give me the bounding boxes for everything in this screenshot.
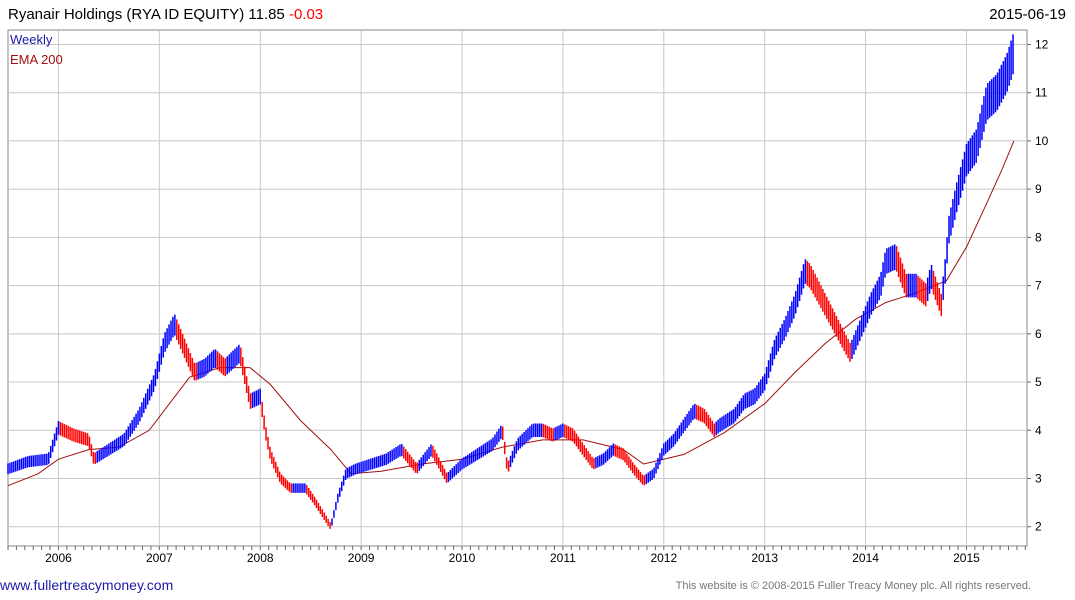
x-tick-label: 2009 <box>348 551 375 565</box>
x-tick-label: 2011 <box>550 551 576 565</box>
y-tick-label: 4 <box>1035 423 1042 437</box>
y-tick-label: 5 <box>1035 375 1042 389</box>
website-link[interactable]: www.fullertreacymoney.com <box>0 577 173 593</box>
y-tick-label: 7 <box>1035 279 1042 293</box>
x-tick-label: 2007 <box>146 551 173 565</box>
grid-layer <box>7 29 1028 547</box>
x-tick-label: 2012 <box>650 551 677 565</box>
y-tick-label: 3 <box>1035 471 1042 485</box>
y-tick-label: 10 <box>1035 134 1049 148</box>
y-tick-label: 11 <box>1035 86 1048 100</box>
chart-root: Ryanair Holdings (RYA ID EQUITY) 11.85 -… <box>0 0 1075 600</box>
x-tick-label: 2014 <box>852 551 879 565</box>
y-tick-label: 2 <box>1035 520 1042 534</box>
y-tick-label: 6 <box>1035 327 1042 341</box>
legend-ema: EMA 200 <box>10 52 63 67</box>
x-tick-label: 2006 <box>45 551 72 565</box>
y-tick-label: 9 <box>1035 182 1042 196</box>
legend-weekly: Weekly <box>10 32 53 47</box>
price-chart: 2 3 4 5 6 7 8 9 10 11 12 2006 2007 2008 2009 2010 2011 20… <box>7 29 1049 565</box>
plot-frame <box>7 29 1028 547</box>
x-tick-label: 2013 <box>751 551 778 565</box>
x-tick-label: 2010 <box>449 551 476 565</box>
copyright-text: This website is © 2008-2015 Fuller Treac… <box>675 580 1031 592</box>
x-tick-label: 2008 <box>247 551 274 565</box>
y-tick-label: 12 <box>1035 37 1049 51</box>
y-tick-label: 8 <box>1035 230 1042 244</box>
x-tick-label: 2015 <box>953 551 980 565</box>
